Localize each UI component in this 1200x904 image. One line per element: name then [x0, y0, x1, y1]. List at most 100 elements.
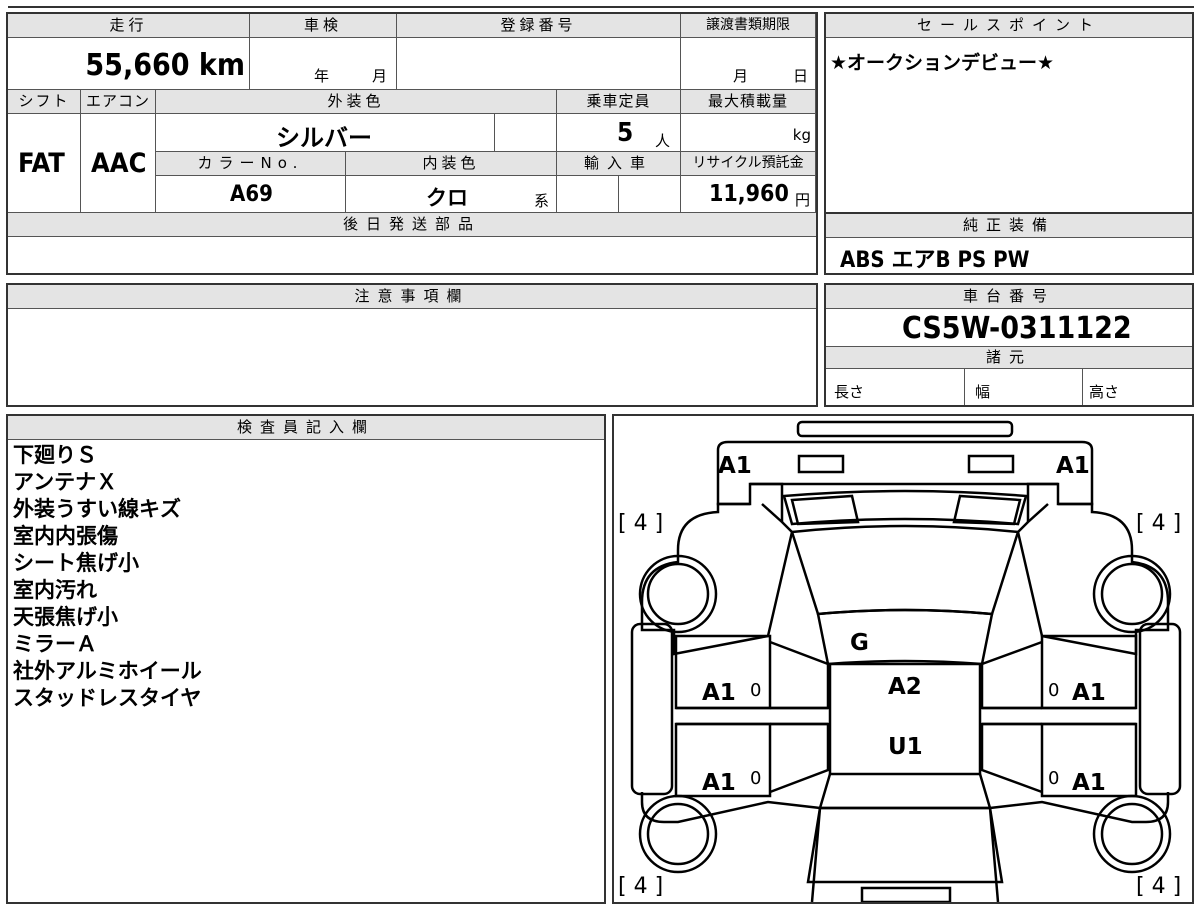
mark-zero-rr: 0 — [1048, 768, 1060, 789]
transfer-deadline-label: 譲渡書類期限 — [681, 14, 816, 38]
front-left-wheel-inner — [646, 562, 710, 626]
capacity-cell: 5 人 — [557, 114, 681, 152]
rear-left-wheel-inner — [646, 802, 710, 866]
ac-label: エアコン — [81, 90, 156, 114]
inspection-year-unit: 年 — [314, 67, 330, 85]
interior-color-label: 内装色 — [346, 152, 557, 176]
mark-front-left-bumper: A1 — [718, 453, 752, 479]
spec-length-cell: 長さ — [826, 369, 965, 405]
shift-label: シフト — [8, 90, 81, 114]
mileage-label: 走行 — [8, 14, 250, 38]
recycle-label: リサイクル預託金 — [681, 152, 816, 176]
inspector-note: 下廻りＳ — [13, 443, 97, 467]
spec-width-label: 幅 — [975, 383, 991, 401]
notes-box: 注意事項欄 — [6, 283, 818, 407]
recycle-fee-value: 11,960 — [709, 181, 789, 207]
exterior-color-extra-cell — [495, 114, 557, 152]
mark-roof-front: A2 — [888, 674, 922, 700]
mark-zero-fr: 0 — [1048, 680, 1060, 701]
import-cell-b — [619, 176, 681, 213]
recycle-cell: 11,960 円 — [681, 176, 816, 213]
mark-front-right-tire: [ 4 ] — [1136, 511, 1182, 536]
car-diagram-box: A1 A1 [ 4 ] [ 4 ] G A2 U1 A1 A1 A1 A1 0 … — [612, 414, 1194, 904]
capacity-value: 5 — [617, 118, 634, 148]
inspector-note: 室内内張傷 — [13, 524, 118, 548]
notes-label: 注意事項欄 — [8, 285, 816, 309]
front-left-wheel-outer — [638, 554, 718, 634]
mark-rear-left-tire: [ 4 ] — [618, 874, 664, 899]
front-bumper-outline — [716, 440, 1094, 506]
mark-roof-rear: U1 — [888, 734, 923, 760]
mark-rear-right-door: A1 — [1072, 770, 1106, 796]
rear-window — [806, 806, 1004, 884]
left-side-skirt — [630, 622, 674, 796]
mileage-value: 55,660 km — [85, 48, 245, 83]
mark-front-left-door: A1 — [702, 680, 736, 706]
roof-rear-line — [818, 773, 992, 810]
ac-value: AAC — [91, 148, 147, 179]
mark-rear-right-tire: [ 4 ] — [1136, 874, 1182, 899]
chassis-number: CS5W-0311122 — [902, 311, 1132, 346]
inspection-cell: 年 月 — [250, 38, 397, 90]
transfer-deadline-cell: 月 日 — [681, 38, 816, 90]
mark-zero-rl: 0 — [750, 768, 762, 789]
registration-cell — [397, 38, 681, 90]
inspector-box: 検査員記入欄 下廻りＳ アンテナＸ 外装うすい線キズ 室内内張傷 シート焦げ小 … — [6, 414, 606, 904]
rear-left-wheel-outer — [638, 794, 718, 874]
standard-equipment-box: 純正装備 ABS エアB PS PW — [824, 212, 1194, 275]
right-headlight — [967, 454, 1015, 474]
mark-front-right-bumper: A1 — [1056, 453, 1090, 479]
interior-color-suffix: 系 — [534, 192, 550, 210]
specs-label: 諸元 — [826, 347, 1192, 369]
mark-zero-fl: 0 — [750, 680, 762, 701]
mileage-cell: 55,660 km — [8, 38, 250, 90]
color-no-label: カラーNo. — [156, 152, 346, 176]
color-no-cell: A69 — [156, 176, 346, 213]
inspector-note: 室内汚れ — [13, 578, 97, 602]
chassis-number-cell: CS5W-0311122 — [826, 309, 1192, 347]
ac-cell: AAC — [81, 114, 156, 213]
inspector-note: ミラーＡ — [13, 632, 97, 656]
registration-label: 登録番号 — [397, 14, 681, 38]
inspection-label: 車検 — [250, 14, 397, 38]
capacity-label: 乗車定員 — [557, 90, 681, 114]
inspector-label: 検査員記入欄 — [8, 416, 604, 440]
inspector-note: 外装うすい線キズ — [13, 497, 181, 521]
sales-point-box: セールスポイント ★オークションデビュー★ — [824, 12, 1194, 215]
color-no-value: A69 — [230, 182, 273, 207]
standard-equipment-text: ABS エアB PS PW — [840, 248, 1030, 273]
inspector-note: アンテナＸ — [13, 470, 118, 494]
mark-front-left-tire: [ 4 ] — [618, 511, 664, 536]
later-parts-cell — [8, 237, 816, 273]
left-front-door-window — [769, 640, 830, 710]
sales-point-label: セールスポイント — [826, 14, 1192, 38]
front-right-wheel-inner — [1100, 562, 1164, 626]
max-load-label: 最大積載量 — [681, 90, 816, 114]
right-side-skirt — [1138, 622, 1182, 796]
right-rear-door-window — [980, 722, 1043, 794]
left-rear-fender — [640, 792, 822, 902]
hood-panel — [782, 489, 1028, 526]
spec-length-label: 長さ — [834, 383, 865, 401]
inspection-month-unit: 月 — [372, 67, 388, 85]
mark-front-right-door: A1 — [1072, 680, 1106, 706]
import-cell-a — [557, 176, 619, 213]
car-diagram-svg — [630, 420, 1182, 902]
max-load-unit: kg — [792, 126, 811, 144]
chassis-label: 車台番号 — [826, 285, 1192, 309]
inspector-note: 社外アルミホイール — [13, 659, 202, 683]
basic-info-box: 走行 車検 登録番号 譲渡書類期限 55,660 km 年 月 月 日 シフト … — [6, 12, 818, 275]
windshield — [790, 524, 1020, 616]
spec-height-cell: 高さ — [1083, 369, 1192, 405]
chassis-box: 車台番号 CS5W-0311122 諸元 長さ 幅 高さ — [824, 283, 1194, 407]
spec-height-label: 高さ — [1089, 383, 1120, 401]
exterior-color-value: シルバー — [276, 124, 372, 152]
interior-color-value: クロ — [426, 186, 468, 210]
top-strip — [8, 0, 1194, 8]
mark-rear-left-door: A1 — [702, 770, 736, 796]
inspector-note: シート焦げ小 — [13, 551, 139, 575]
inspector-note: 天張焦げ小 — [13, 605, 118, 629]
inspector-note: スタッドレスタイヤ — [13, 686, 202, 710]
front-right-wheel-outer — [1092, 554, 1172, 634]
rear-right-wheel-inner — [1100, 802, 1164, 866]
